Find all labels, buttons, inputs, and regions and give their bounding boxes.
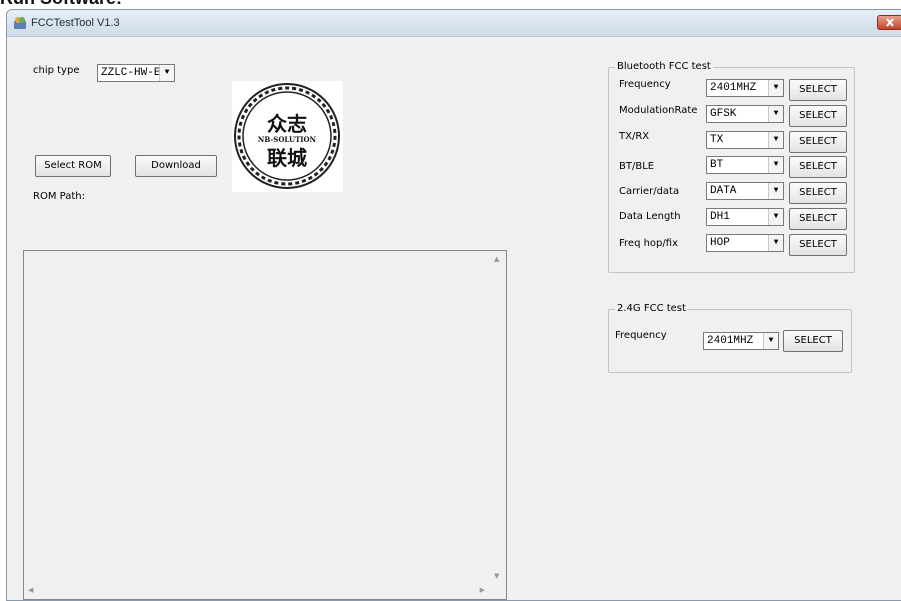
download-button[interactable]: Download xyxy=(135,155,217,177)
horizontal-scrollbar[interactable]: ◀ ▶ xyxy=(24,582,489,599)
chevron-down-icon[interactable]: ▼ xyxy=(159,65,174,81)
bluetooth-fcc-group: Bluetooth FCC test Frequency 2401MHZ ▼ S… xyxy=(608,61,855,273)
chip-type-select[interactable]: ZZLC-HW-E ▼ xyxy=(97,64,175,82)
bt-freqhop-label: Freq hop/fix xyxy=(619,238,678,249)
vertical-scrollbar[interactable]: ▲ ▼ xyxy=(489,251,506,582)
scroll-up-icon[interactable]: ▲ xyxy=(494,255,499,263)
bt-datalength-label: Data Length xyxy=(619,211,681,222)
app-icon xyxy=(14,17,26,29)
bt-freqhop-select-button[interactable]: SELECT xyxy=(789,234,847,256)
chevron-down-icon[interactable]: ▼ xyxy=(768,157,783,173)
logo-text-top: 众志 xyxy=(267,112,307,136)
bt-frequency-select[interactable]: 2401MHZ ▼ xyxy=(706,79,784,97)
bt-txrx-select-button[interactable]: SELECT xyxy=(789,131,847,153)
logo-text-bottom: 联城 xyxy=(267,146,307,170)
title-bar[interactable]: FCCTestTool V1.3 xyxy=(7,10,901,37)
bt-modulation-select[interactable]: GFSK ▼ xyxy=(706,105,784,123)
bt-carrier-select[interactable]: DATA ▼ xyxy=(706,182,784,200)
chevron-down-icon[interactable]: ▼ xyxy=(768,106,783,122)
g24-frequency-select[interactable]: 2401MHZ ▼ xyxy=(703,332,779,350)
close-button[interactable] xyxy=(877,15,901,30)
bt-btble-select[interactable]: BT ▼ xyxy=(706,156,784,174)
log-output[interactable]: ▲ ▼ ◀ ▶ xyxy=(23,250,507,600)
bt-freqhop-select[interactable]: HOP ▼ xyxy=(706,234,784,252)
chevron-down-icon[interactable]: ▼ xyxy=(768,209,783,225)
g24-fcc-title: 2.4G FCC test xyxy=(615,303,688,314)
chevron-down-icon[interactable]: ▼ xyxy=(768,132,783,148)
g24-frequency-label: Frequency xyxy=(615,330,667,341)
chevron-down-icon[interactable]: ▼ xyxy=(768,183,783,199)
bt-txrx-select[interactable]: TX ▼ xyxy=(706,131,784,149)
bt-carrier-label: Carrier/data xyxy=(619,186,680,197)
page-heading: Run Software: xyxy=(0,0,122,8)
bt-modulation-select-button[interactable]: SELECT xyxy=(789,105,847,127)
bt-datalength-select[interactable]: DH1 ▼ xyxy=(706,208,784,226)
chip-type-value: ZZLC-HW-E xyxy=(101,67,161,79)
bt-frequency-label: Frequency xyxy=(619,79,671,90)
scroll-left-icon[interactable]: ◀ xyxy=(28,586,33,594)
g24-fcc-group: 2.4G FCC test Frequency 2401MHZ ▼ SELECT xyxy=(608,303,852,373)
select-rom-button[interactable]: Select ROM xyxy=(35,155,111,177)
chevron-down-icon[interactable]: ▼ xyxy=(768,235,783,251)
client-area: chip type ZZLC-HW-E ▼ 众志 NB-SOLUTION 联城 … xyxy=(7,37,901,600)
app-window: FCCTestTool V1.3 chip type ZZLC-HW-E ▼ 众… xyxy=(6,9,901,601)
close-icon xyxy=(886,18,894,27)
chip-type-label: chip type xyxy=(33,65,80,76)
bt-txrx-label: TX/RX xyxy=(619,131,650,142)
bt-frequency-select-button[interactable]: SELECT xyxy=(789,79,847,101)
window-title: FCCTestTool V1.3 xyxy=(31,17,120,29)
chevron-down-icon[interactable]: ▼ xyxy=(768,80,783,96)
rom-path-label: ROM Path: xyxy=(33,191,85,202)
logo-text-middle: NB-SOLUTION xyxy=(258,135,317,144)
bt-modulation-label: ModulationRate xyxy=(619,105,698,116)
bt-carrier-select-button[interactable]: SELECT xyxy=(789,182,847,204)
chevron-down-icon[interactable]: ▼ xyxy=(763,333,778,349)
scroll-down-icon[interactable]: ▼ xyxy=(494,572,499,580)
g24-frequency-select-button[interactable]: SELECT xyxy=(783,330,843,352)
scroll-right-icon[interactable]: ▶ xyxy=(480,586,485,594)
bt-btble-label: BT/BLE xyxy=(619,161,655,172)
bt-btble-select-button[interactable]: SELECT xyxy=(789,156,847,178)
bt-datalength-select-button[interactable]: SELECT xyxy=(789,208,847,230)
company-logo: 众志 NB-SOLUTION 联城 xyxy=(232,81,343,192)
bluetooth-fcc-title: Bluetooth FCC test xyxy=(615,61,713,72)
